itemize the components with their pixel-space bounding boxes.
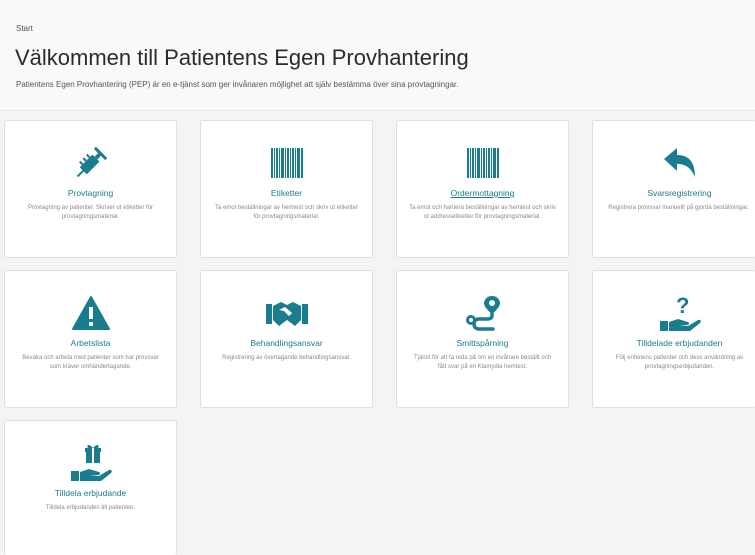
card-provtagning[interactable]: Provtagning Provtagning av patienter. Sk… (4, 120, 177, 258)
svg-text:?: ? (676, 293, 689, 318)
syringe-icon (5, 143, 176, 183)
card-title[interactable]: Provtagning (5, 188, 176, 198)
card-description: Registrering av övertagande behandlingsa… (222, 355, 351, 361)
page-title: Välkommen till Patientens Egen Provhante… (15, 45, 469, 70)
card-tilldela-erbjudande[interactable]: Tilldela erbjudande Tilldela erbjudanden… (4, 420, 177, 555)
card-title[interactable]: Tilldela erbjudande (5, 488, 176, 498)
card-description: Ta emot beställningar av hemtest och skr… (214, 205, 359, 220)
card-ordermottagning[interactable]: Ordermottagning Ta emot och hantera best… (396, 120, 569, 258)
card-title[interactable]: Ordermottagning (397, 188, 568, 198)
card-arbetslista[interactable]: Arbetslista Bevaka och arbeta med patien… (4, 270, 177, 408)
page-subtitle: Patientens Egen Provhantering (PEP) är e… (16, 80, 459, 89)
card-title[interactable]: Smittspårning (397, 338, 568, 348)
card-behandlingsansvar[interactable]: Behandlingsansvar Registrering av överta… (200, 270, 373, 408)
card-tilldelade-erbjudanden[interactable]: ? Tilldelade erbjudanden Följ enhetens p… (592, 270, 755, 408)
card-title[interactable]: Etiketter (201, 188, 372, 198)
card-svarsregistrering[interactable]: Svarsregistrering Registrera provsvar ma… (592, 120, 755, 258)
barcode-icon (201, 143, 372, 183)
hand-gift-icon (5, 443, 176, 483)
card-title[interactable]: Arbetslista (5, 338, 176, 348)
card-title[interactable]: Behandlingsansvar (201, 338, 372, 348)
card-title[interactable]: Tilldelade erbjudanden (593, 338, 755, 348)
card-description: Ta emot och hantera beställningar av hem… (409, 205, 556, 220)
card-etiketter[interactable]: Etiketter Ta emot beställningar av hemte… (200, 120, 373, 258)
hand-question-icon: ? (593, 293, 755, 333)
card-description: Tjänst för att ta reda på om en invånare… (413, 355, 552, 370)
card-description: Provtagning av patienter. Skriver ut eti… (27, 205, 154, 220)
card-description: Bevaka och arbeta med patienter som har … (22, 355, 159, 370)
card-description: Registrera provsvar manuellt på gjorda b… (608, 205, 749, 211)
breadcrumb[interactable]: Start (16, 24, 33, 33)
card-description: Tilldela erbjudanden till patienten. (45, 505, 136, 511)
reply-arrow-icon (593, 143, 755, 183)
route-icon (397, 293, 568, 333)
card-title[interactable]: Svarsregistrering (593, 188, 755, 198)
page-header: Start Välkommen till Patientens Egen Pro… (0, 0, 755, 111)
warning-icon (5, 293, 176, 333)
card-smittsparning[interactable]: Smittspårning Tjänst för att ta reda på … (396, 270, 569, 408)
handshake-icon (201, 293, 372, 333)
card-description: Följ enhetens patienter och dess användn… (615, 355, 744, 370)
barcode-icon (397, 143, 568, 183)
